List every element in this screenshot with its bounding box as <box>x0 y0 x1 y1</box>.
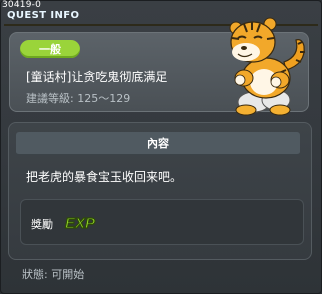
quest-category-badge: 一般 <box>20 40 80 58</box>
exp-icon-text: EXP <box>65 215 96 232</box>
tiger-npc-icon <box>229 17 305 116</box>
quest-id: 30419-0 <box>2 0 42 10</box>
exp-icon: EXP <box>64 214 96 232</box>
quest-description: 把老虎的暴食宝玉收回来吧。 <box>26 170 183 184</box>
reward-label: 獎勵 <box>31 218 53 231</box>
quest-name: [童话村]让贪吃鬼彻底满足 <box>26 70 168 84</box>
content-section-header: 內容 <box>16 132 300 155</box>
window-title: QUEST INFO <box>7 10 80 21</box>
recommended-level: 建議等級: 125～129 <box>26 92 131 105</box>
reward-box <box>20 199 304 245</box>
quest-status: 狀態: 可開始 <box>22 268 85 281</box>
